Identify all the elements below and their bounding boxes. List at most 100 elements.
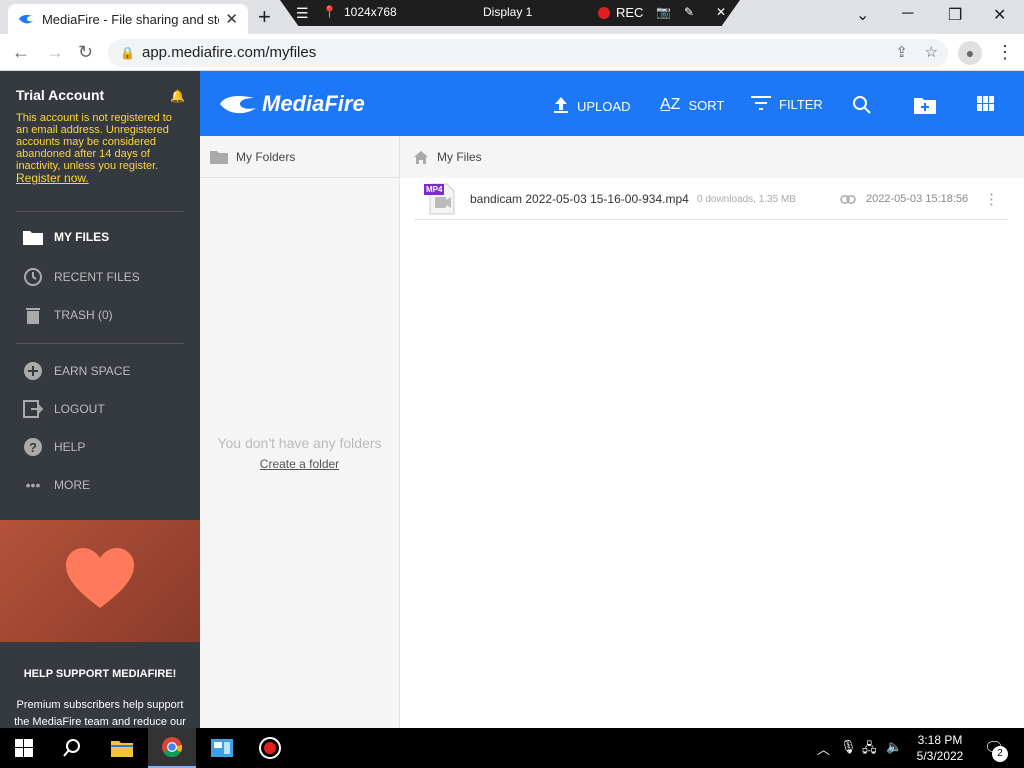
filter-icon [751, 96, 771, 113]
recorder-toolbar: ☰ 📍 1024x768 Display 1 REC 📷 ✎ ✕ [280, 0, 740, 26]
record-dot-icon [598, 7, 610, 19]
new-folder-button[interactable] [914, 96, 936, 114]
sort-button[interactable]: A̲Z SORT [660, 96, 724, 114]
filter-button[interactable]: FILTER [751, 96, 823, 113]
sidebar-item-help[interactable]: ? HELP [22, 436, 85, 458]
recorder-resolution: 1024x768 [344, 5, 397, 19]
breadcrumb: My Files [400, 136, 1024, 178]
sidebar-item-more[interactable]: ••• MORE [22, 474, 90, 496]
pencil-icon[interactable]: ✎ [684, 5, 694, 19]
sidebar-item-trash[interactable]: TRASH (0) [22, 304, 113, 326]
address-bar-row: ← → ↻ 🔒 app.mediafire.com/myfiles ⇪ ☆ ● … [0, 34, 1024, 71]
url-text: app.mediafire.com/myfiles [142, 44, 317, 61]
file-options-icon[interactable]: ⋮ [984, 190, 999, 208]
network-icon[interactable]: 🖧 [862, 739, 877, 761]
tab-search-icon[interactable]: ⌄ [856, 5, 869, 25]
file-type-badge: MP4 [424, 184, 445, 195]
restore-icon[interactable]: ❐ [948, 5, 962, 25]
sort-label: SORT [688, 97, 725, 113]
control-panel-button[interactable] [198, 728, 246, 768]
account-title: Trial Account [16, 87, 105, 103]
upload-button[interactable]: UPLOAD [553, 96, 630, 117]
link-icon[interactable] [840, 195, 856, 204]
sidebar-item-label: RECENT FILES [54, 270, 140, 284]
close-recorder-icon[interactable]: ✕ [716, 5, 726, 19]
grid-view-button[interactable] [977, 96, 995, 112]
close-window-icon[interactable]: ✕ [993, 5, 1006, 25]
plus-circle-icon [22, 360, 44, 382]
windows-taskbar: ︿ 🎙 🖧 🔈 3:18 PM 5/3/2022 🗨 2 [0, 728, 1024, 768]
sidebar-item-label: TRASH (0) [54, 308, 113, 322]
home-icon[interactable] [414, 150, 428, 164]
start-button[interactable] [0, 728, 48, 768]
url-field[interactable]: 🔒 app.mediafire.com/myfiles ⇪ ☆ [108, 39, 948, 67]
svg-text:?: ? [29, 440, 37, 455]
search-button[interactable] [853, 96, 871, 114]
file-name[interactable]: bandicam 2022-05-03 15-16-00-934.mp4 [470, 192, 689, 206]
app-header: MediaFire UPLOAD A̲Z SORT FILTER [200, 71, 1024, 136]
clock-time: 3:18 PM [917, 733, 963, 747]
video-file-icon: MP4 [424, 182, 458, 216]
sidebar-item-label: EARN SPACE [54, 364, 131, 378]
sidebar-item-label: HELP [54, 440, 86, 454]
sidebar-item-logout[interactable]: LOGOUT [22, 398, 105, 420]
forward-icon[interactable]: → [46, 42, 64, 63]
close-tab-icon[interactable]: ✕ [225, 10, 238, 28]
create-folder-link[interactable]: Create a folder [200, 457, 399, 471]
brand-name: MediaFire [262, 91, 365, 116]
file-meta: 0 downloads, 1.35 MB [697, 194, 796, 205]
pin-icon[interactable]: 📍 [322, 5, 337, 19]
logout-icon [22, 398, 44, 420]
chrome-taskbar-button[interactable] [148, 728, 196, 768]
bandicam-button[interactable] [246, 728, 294, 768]
support-text: Premium subscribers help support the Med… [14, 699, 186, 728]
browser-tab[interactable]: MediaFire - File sharing and storage ✕ [8, 4, 248, 34]
warning-text: This account is not registered to an ema… [16, 112, 172, 172]
more-icon: ••• [25, 477, 41, 493]
mediafire-logo[interactable]: MediaFire [218, 91, 365, 117]
share-icon[interactable]: ⇪ [895, 39, 908, 67]
bell-icon[interactable]: 🔔 [170, 89, 185, 103]
taskbar-search-button[interactable] [48, 728, 96, 768]
register-link[interactable]: Register now. [16, 171, 89, 185]
camera-icon[interactable]: 📷 [656, 5, 671, 19]
search-icon [853, 96, 871, 114]
upload-icon [553, 96, 569, 117]
sidebar-item-label: LOGOUT [54, 402, 105, 416]
help-icon: ? [22, 436, 44, 458]
breadcrumb-current[interactable]: My Files [437, 150, 482, 164]
browser-menu-icon[interactable]: ⋮ [996, 42, 1014, 63]
menu-icon[interactable]: ☰ [296, 5, 309, 22]
tray-chevron-icon[interactable]: ︿ [817, 739, 830, 758]
folders-header: My Folders [200, 136, 399, 178]
clock-icon [22, 266, 44, 288]
notification-count-badge: 2 [992, 746, 1008, 762]
unregistered-warning: This account is not registered to an ema… [16, 112, 186, 185]
profile-avatar[interactable]: ● [958, 41, 982, 65]
sidebar-item-recent-files[interactable]: RECENT FILES [22, 266, 140, 288]
new-tab-button[interactable]: + [258, 4, 271, 30]
clock-date: 5/3/2022 [916, 749, 964, 763]
chrome-icon [162, 737, 183, 758]
promo-banner[interactable] [0, 520, 200, 642]
minimize-icon[interactable]: ─ [902, 5, 913, 23]
volume-icon[interactable]: 🔈 [886, 739, 902, 755]
new-folder-icon [914, 98, 936, 114]
file-explorer-button[interactable] [98, 728, 146, 768]
clock[interactable]: 3:18 PM 5/3/2022 [912, 732, 968, 764]
sidebar-item-my-files[interactable]: MY FILES [22, 226, 109, 248]
control-panel-icon [211, 739, 233, 757]
reload-icon[interactable]: ↻ [78, 42, 93, 63]
back-icon[interactable]: ← [12, 42, 30, 63]
filter-label: FILTER [779, 97, 823, 112]
upload-label: UPLOAD [577, 99, 631, 114]
file-row[interactable]: MP4 bandicam 2022-05-03 15-16-00-934.mp4… [414, 178, 1008, 220]
files-pane: My Files MP4 bandicam 2022-05-03 15-16-0… [400, 136, 1024, 728]
file-date: 2022-05-03 15:18:56 [866, 193, 969, 205]
divider [16, 343, 184, 344]
recorder-display[interactable]: Display 1 [483, 5, 532, 19]
bookmark-star-icon[interactable]: ☆ [925, 39, 938, 67]
sidebar-item-earn-space[interactable]: EARN SPACE [22, 360, 130, 382]
recorder-rec-label[interactable]: REC [616, 5, 643, 20]
microphone-icon[interactable]: 🎙 [840, 739, 857, 755]
